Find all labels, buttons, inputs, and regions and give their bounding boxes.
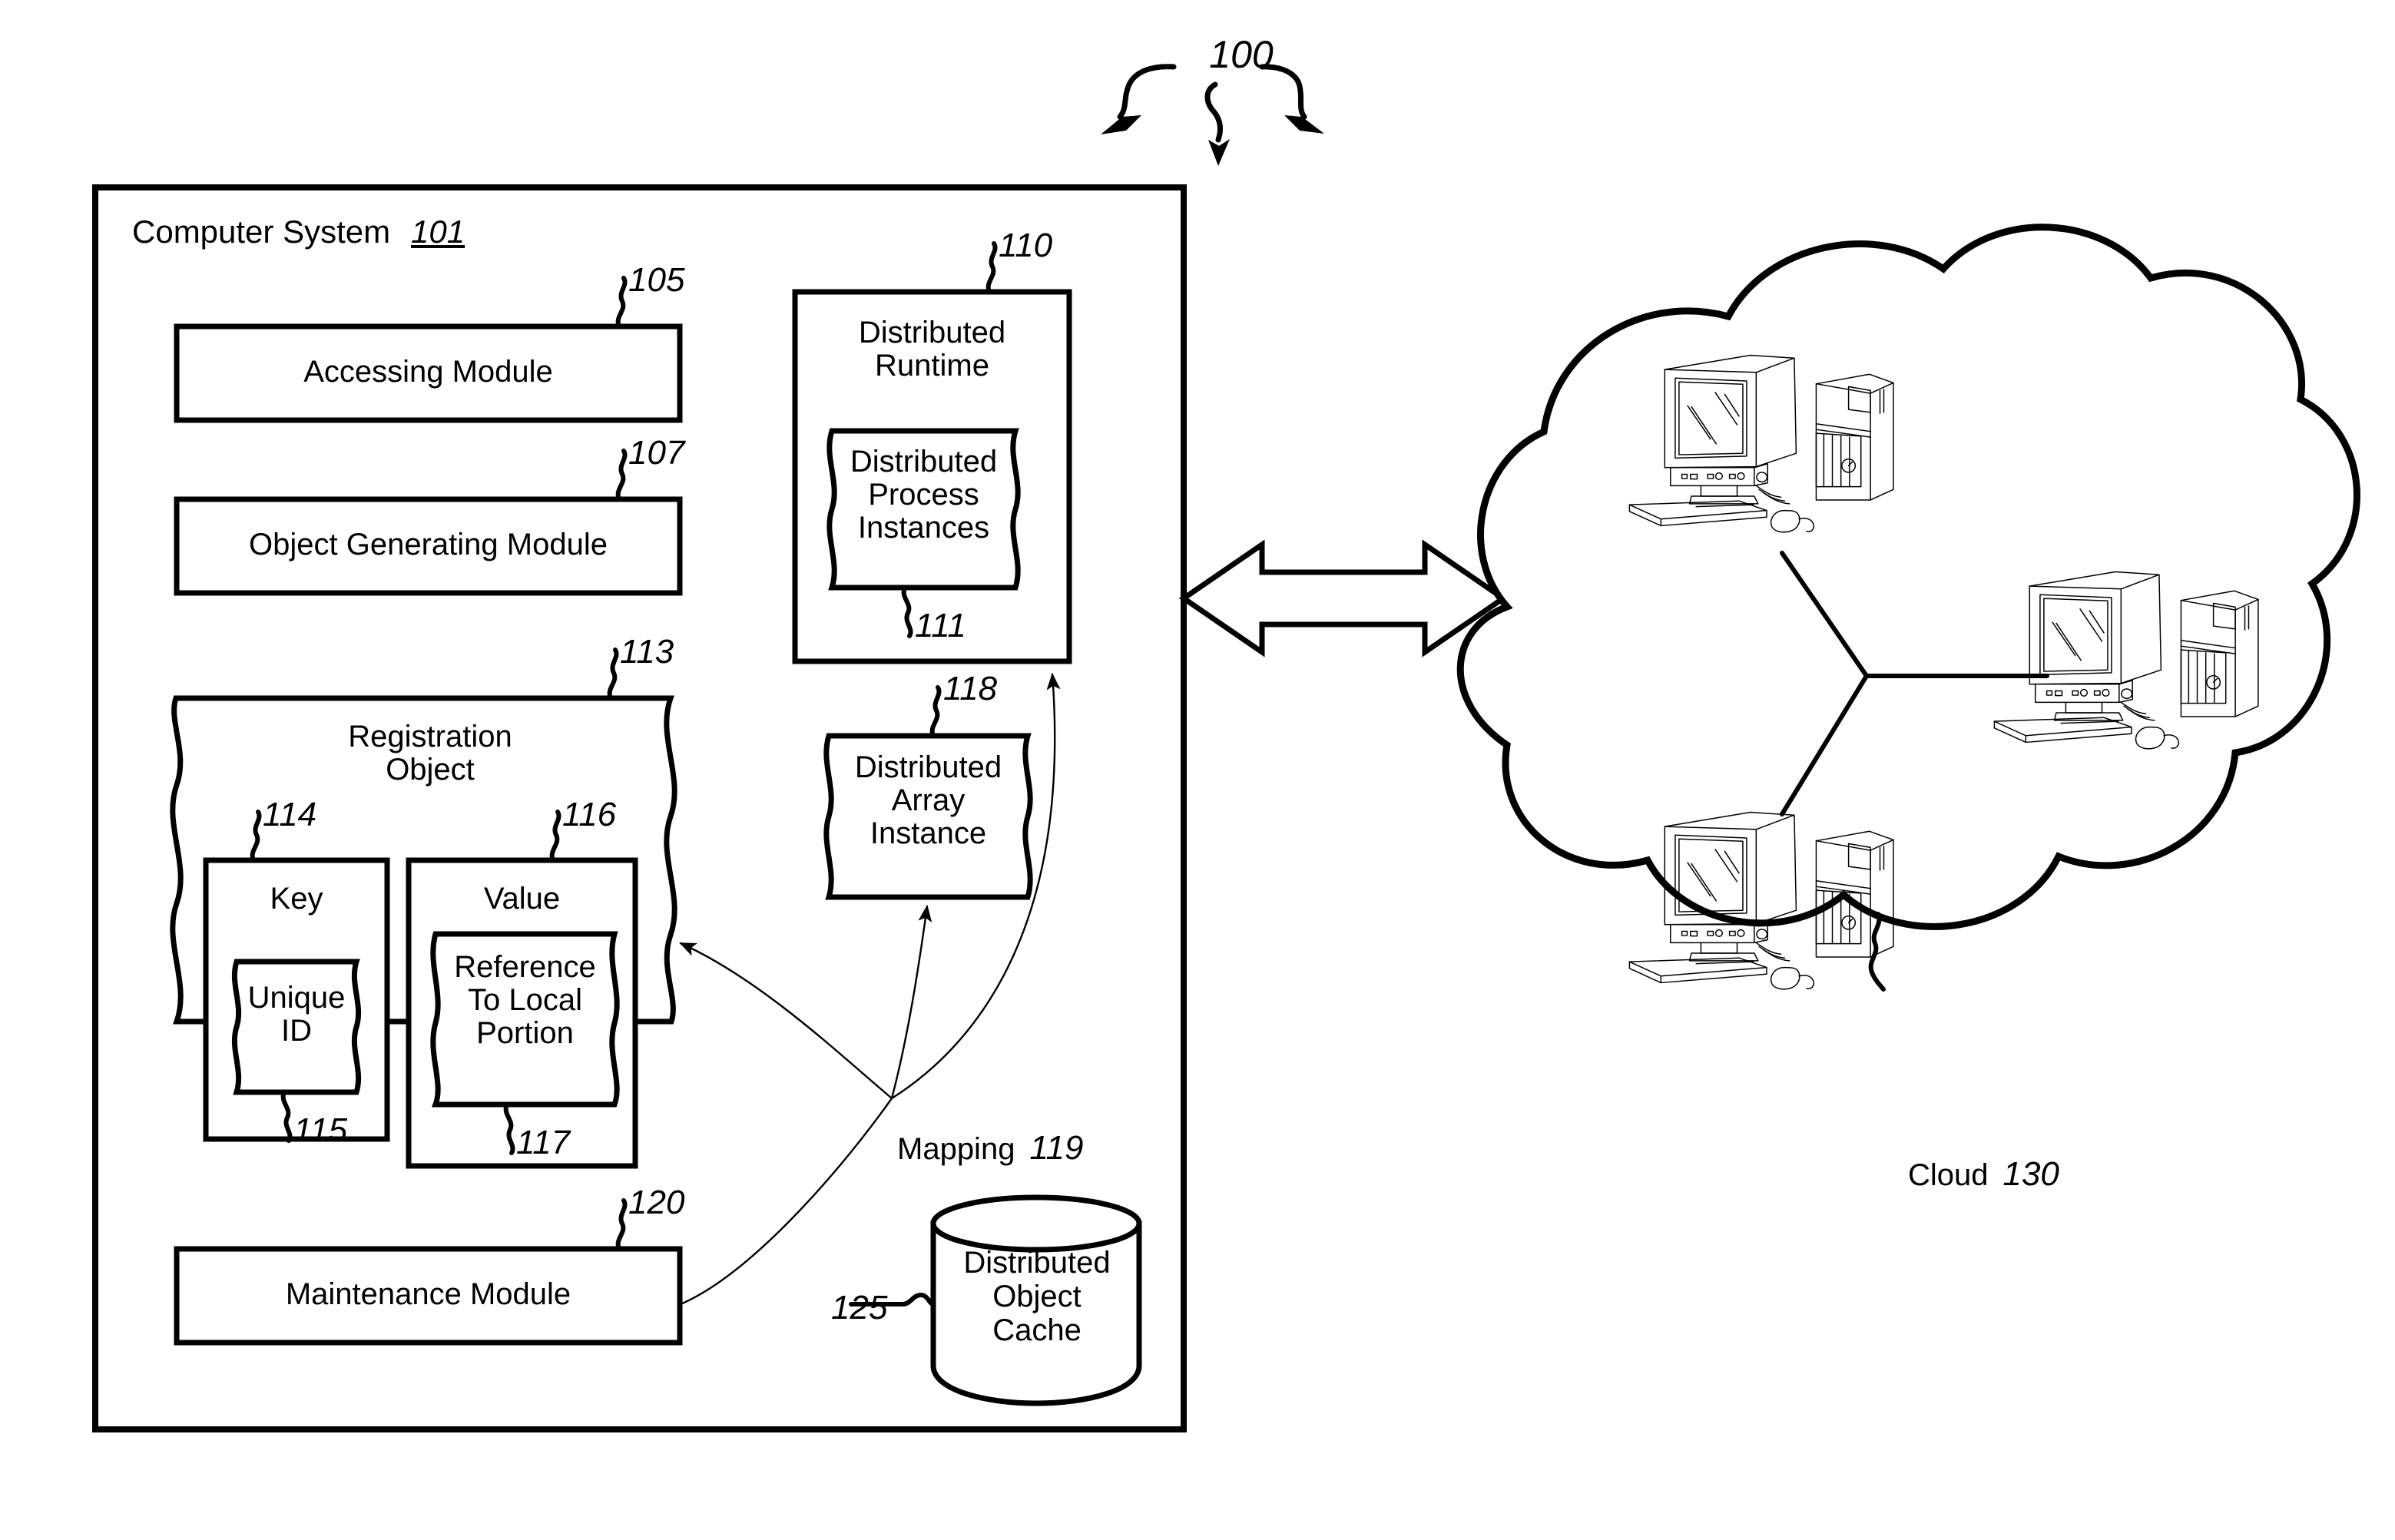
value-label: Value xyxy=(483,882,561,916)
ref-110: 110 xyxy=(999,227,1053,264)
ref-117: 117 xyxy=(516,1124,571,1161)
figure-number-arrows xyxy=(1101,64,1324,166)
ref-113: 113 xyxy=(620,633,674,671)
ref-114: 114 xyxy=(263,796,317,833)
maintenance-module-label: Maintenance Module xyxy=(285,1277,571,1311)
ref-118: 118 xyxy=(943,670,998,707)
cloud-shape xyxy=(1456,224,2360,930)
ref-120: 120 xyxy=(628,1184,685,1221)
bidirectional-arrow xyxy=(1178,539,1509,657)
ref-115: 115 xyxy=(293,1111,348,1149)
ref-111: 111 xyxy=(915,607,966,644)
distributed-process-instances-label: Distributed Process Instances xyxy=(850,445,998,545)
computer-system-ref: 101 xyxy=(411,214,465,250)
key-label: Key xyxy=(270,882,323,916)
computer-system-label: Computer System xyxy=(132,214,391,250)
registration-object-label: Registration Object xyxy=(348,720,512,787)
patent-figure: 100 Computer System 101 Accessing Module… xyxy=(0,0,2395,1540)
distributed-array-instance-label: Distributed Array Instance xyxy=(854,750,1002,851)
distributed-runtime-label: Distributed Runtime xyxy=(858,316,1006,383)
object-generating-module-label: Object Generating Module xyxy=(249,528,608,561)
ref-107: 107 xyxy=(628,434,685,472)
ref-125: 125 xyxy=(831,1289,888,1326)
ref-116: 116 xyxy=(562,796,617,833)
unique-id-label: Unique ID xyxy=(247,981,346,1048)
computer-system-title: Computer System 101 xyxy=(132,214,465,250)
distributed-object-cache-label: Distributed Object Cache xyxy=(963,1246,1111,1347)
figure-number: 100 xyxy=(1209,33,1274,76)
mapping-label: Mapping 119 xyxy=(897,1129,1084,1167)
cloud-label: Cloud 130 xyxy=(1908,1155,2059,1193)
accessing-module-label: Accessing Module xyxy=(303,355,553,389)
ref-105: 105 xyxy=(628,261,685,299)
reference-to-local-portion-label: Reference To Local Portion xyxy=(454,950,596,1051)
